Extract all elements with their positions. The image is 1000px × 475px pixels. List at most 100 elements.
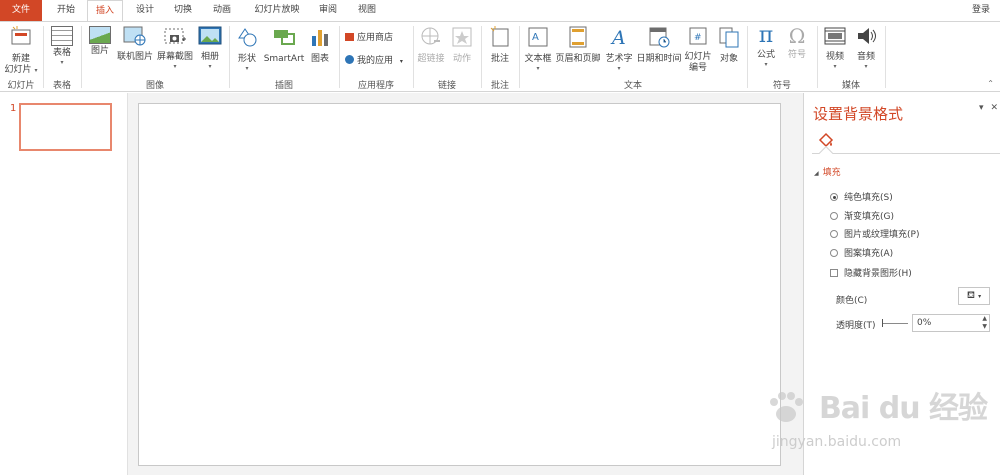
object-button[interactable]: 对象 <box>715 26 743 65</box>
chevron-down-icon: ▾ <box>536 65 540 72</box>
close-icon[interactable]: ✕ <box>990 103 998 113</box>
video-button[interactable]: 视频 ▾ <box>821 26 849 70</box>
audio-button[interactable]: 音频 ▾ <box>852 26 880 70</box>
group-label-slides: 幻灯片 <box>7 81 35 91</box>
office-store-button[interactable]: 应用商店 <box>345 32 393 44</box>
film-icon <box>821 26 849 50</box>
comment-label: 批注 <box>490 54 509 64</box>
slide-canvas[interactable] <box>138 103 781 466</box>
pattern-fill-option[interactable]: 图案填充(A) <box>830 246 893 259</box>
table-button[interactable]: 表格 ▾ <box>47 26 77 66</box>
equation-label: 公式 <box>756 50 775 60</box>
symbol-button[interactable]: Ω 符号 <box>783 24 811 61</box>
pictures-button[interactable]: 图片 <box>86 26 114 57</box>
screenshot-icon <box>155 26 195 50</box>
tab-design[interactable]: 设计 <box>130 0 160 21</box>
option-label: 渐变填充(G) <box>844 212 894 222</box>
slide-number-button[interactable]: # 幻灯片 编号 <box>682 26 714 74</box>
equation-button[interactable]: π 公式 ▾ <box>751 24 781 69</box>
table-label: 表格 <box>52 48 71 58</box>
comment-icon <box>485 26 515 52</box>
fill-section-header[interactable]: ◢ 填充 <box>814 165 841 178</box>
checkbox[interactable] <box>830 269 838 277</box>
my-apps-button[interactable]: 我的应用 ▾ <box>345 55 403 68</box>
screenshot-button[interactable]: 屏幕截图 ▾ <box>155 26 195 70</box>
svg-text:#: # <box>694 33 702 43</box>
option-label: 隐藏背景图形(H) <box>844 269 912 279</box>
transparency-label: 透明度(T) <box>836 321 876 331</box>
hyperlink-button[interactable]: 超链接 <box>416 26 446 65</box>
tab-review[interactable]: 审阅 <box>313 0 343 21</box>
pane-title: 设置背景格式 <box>813 105 904 123</box>
tab-view[interactable]: 视图 <box>352 0 382 21</box>
my-apps-icon <box>345 55 354 64</box>
new-slide-button[interactable]: 新建 幻灯片 ▾ <box>3 26 39 76</box>
wordart-label: 艺术字 <box>605 54 633 64</box>
picture-texture-fill-option[interactable]: 图片或纹理填充(P) <box>830 227 919 240</box>
header-footer-button[interactable]: 页眉和页脚 <box>555 26 601 65</box>
photo-album-icon <box>196 26 224 50</box>
action-button[interactable]: 动作 <box>448 26 476 65</box>
object-icon <box>715 26 743 52</box>
object-label: 对象 <box>719 54 738 64</box>
chevron-down-icon: ▾ <box>864 63 868 70</box>
slide-number-icon: # <box>682 26 714 50</box>
spinner-arrows-icon[interactable]: ▲ ▼ <box>982 315 987 331</box>
shapes-icon <box>233 26 261 52</box>
smartart-button[interactable]: SmartArt <box>262 26 306 65</box>
chevron-down-icon: ▾ <box>399 58 403 65</box>
chevron-down-icon: ▾ <box>245 65 249 72</box>
comment-button[interactable]: 批注 <box>485 26 515 65</box>
tab-home[interactable]: 开始 <box>50 0 82 21</box>
tab-file[interactable]: 文件 <box>0 0 42 21</box>
video-label: 视频 <box>825 52 844 62</box>
watermark-logo: Bai du 经验 <box>766 382 988 428</box>
picture-icon <box>89 26 111 44</box>
date-time-button[interactable]: 日期和时间 <box>636 26 682 65</box>
baidu-jingyan-watermark: Bai du 经验 jingyan.baidu.com <box>760 372 990 472</box>
radio-selected[interactable] <box>830 193 838 201</box>
login-link[interactable]: 登录 <box>972 0 990 21</box>
color-picker-button[interactable]: ⛾ ▾ <box>958 287 990 305</box>
textbox-button[interactable]: A 文本框 ▾ <box>522 26 554 72</box>
group-label-links: 链接 <box>437 81 456 91</box>
paw-icon <box>770 392 803 422</box>
online-pictures-button[interactable]: 联机图片 <box>115 26 155 63</box>
svg-text:A: A <box>610 27 626 48</box>
textbox-icon: A <box>522 26 554 52</box>
new-slide-label: 新建 <box>11 54 30 64</box>
transparency-slider[interactable] <box>882 323 908 324</box>
group-label-apps: 应用程序 <box>357 81 394 91</box>
chart-button[interactable]: 图表 <box>307 26 333 65</box>
tab-transitions[interactable]: 切换 <box>168 0 198 21</box>
table-icon <box>51 26 73 46</box>
gradient-fill-option[interactable]: 渐变填充(G) <box>830 209 894 222</box>
slide-number: 1 <box>10 103 17 114</box>
slide-number-label: 幻灯片 <box>684 52 712 62</box>
shapes-button[interactable]: 形状 ▾ <box>233 26 261 72</box>
radio[interactable] <box>830 249 838 257</box>
transparency-input[interactable]: 0% ▲ ▼ <box>912 314 990 332</box>
pane-options-icon[interactable]: ▾ <box>979 103 984 113</box>
transparency-slider-thumb[interactable] <box>882 319 883 327</box>
collapse-ribbon-icon[interactable]: ⌃ <box>987 79 994 88</box>
textbox-label: 文本框 <box>524 54 552 64</box>
group-label-images: 图像 <box>145 81 164 91</box>
tab-animations[interactable]: 动画 <box>207 0 237 21</box>
option-label: 纯色填充(S) <box>844 193 893 203</box>
smartart-icon <box>262 26 306 52</box>
new-slide-label-2: 幻灯片 <box>4 65 32 75</box>
tab-slideshow[interactable]: 幻灯片放映 <box>247 0 307 21</box>
photo-album-button[interactable]: 相册 ▾ <box>196 26 224 70</box>
tab-insert[interactable]: 插入 <box>87 0 123 22</box>
chevron-down-icon: ▾ <box>34 67 38 74</box>
solid-fill-option[interactable]: 纯色填充(S) <box>830 190 893 203</box>
slide-thumbnail[interactable] <box>19 103 112 151</box>
watermark-url: jingyan.baidu.com <box>772 434 902 450</box>
radio[interactable] <box>830 230 838 238</box>
radio[interactable] <box>830 212 838 220</box>
wordart-button[interactable]: A 艺术字 ▾ <box>602 26 636 72</box>
chevron-down-icon: ▾ <box>208 63 212 70</box>
hide-background-graphics-option[interactable]: 隐藏背景图形(H) <box>830 266 912 279</box>
ribbon: 新建 幻灯片 ▾ 幻灯片 表格 ▾ 表格 图片 联机图片 屏幕截图 ▾ 相册 ▾… <box>0 21 1000 92</box>
